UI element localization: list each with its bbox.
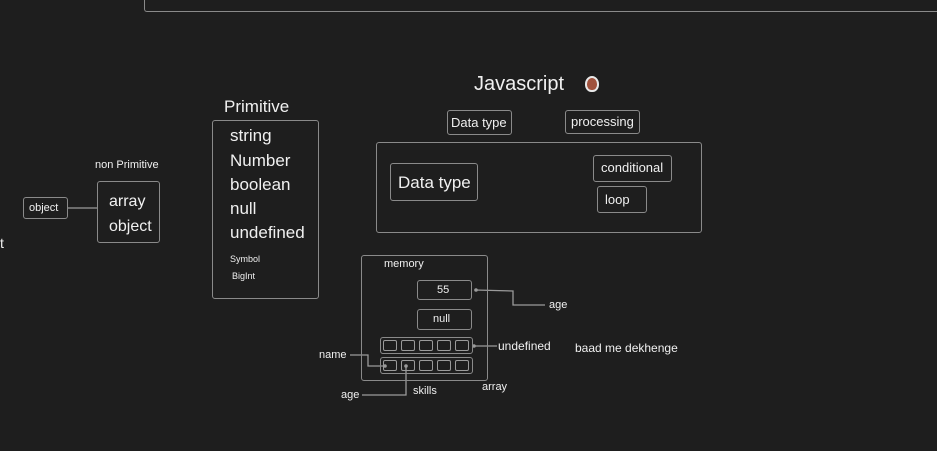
note-label: baad me dekhenge — [575, 341, 678, 355]
array-cell — [419, 340, 433, 351]
primitive-item: null — [230, 199, 257, 218]
primitive-small-item: BigInt — [232, 271, 256, 281]
name-label: name — [319, 349, 347, 361]
array-cell — [437, 360, 451, 371]
array-cell — [383, 360, 397, 371]
memory-label: memory — [384, 258, 424, 270]
primitive-item: Number — [230, 151, 291, 170]
array-cell — [401, 340, 415, 351]
primitive-item: boolean — [230, 175, 291, 194]
top-frame-edge — [144, 0, 937, 12]
array-cell — [455, 340, 469, 351]
diagram-title: Javascript — [474, 73, 565, 95]
array-cell — [437, 340, 451, 351]
primitive-item: string — [230, 126, 272, 145]
array-cell — [419, 360, 433, 371]
skills-label: skills — [413, 385, 437, 397]
conditional-label: conditional — [601, 160, 664, 175]
array-cell — [455, 360, 469, 371]
array-cell — [401, 360, 415, 371]
primitive-small-item: Symbol — [230, 254, 261, 264]
primitive-box — [212, 120, 319, 299]
value-null-label: null — [433, 313, 451, 325]
array-cell — [383, 340, 397, 351]
data-type-label-top: Data type — [451, 115, 507, 130]
age-label-right: age — [549, 299, 568, 311]
non-primitive-item: array — [109, 193, 146, 210]
value-55-label: 55 — [437, 284, 450, 296]
loop-label: loop — [605, 192, 630, 207]
data-type-label-main: Data type — [398, 173, 471, 192]
mug-icon — [585, 76, 599, 92]
object-label: object — [29, 202, 59, 214]
array-label: array — [482, 381, 508, 393]
non-primitive-heading: non Primitive — [95, 159, 159, 171]
age-label-bottom: age — [341, 389, 360, 401]
undefined-label: undefined — [498, 339, 551, 353]
primitive-heading: Primitive — [224, 97, 290, 116]
primitive-item: undefined — [230, 223, 305, 242]
edge-text-fragment: t — [0, 235, 4, 251]
non-primitive-item: object — [109, 218, 152, 235]
processing-label: processing — [571, 114, 634, 129]
